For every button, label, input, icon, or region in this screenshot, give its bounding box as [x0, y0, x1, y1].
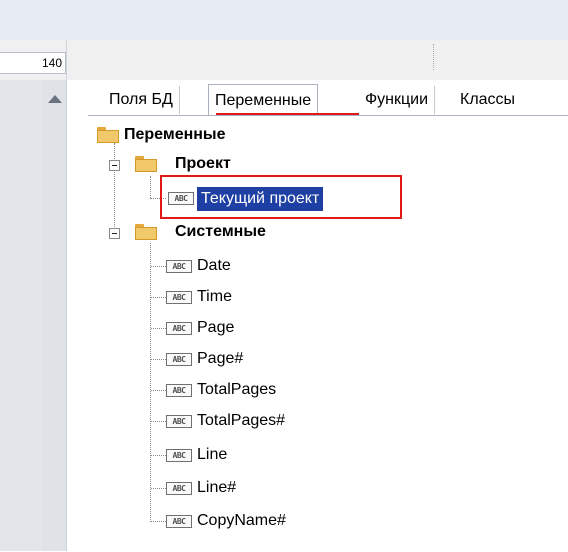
tree-item-time[interactable]: Time — [197, 285, 232, 309]
tree-branch — [151, 359, 166, 360]
abc-variable-icon: ABC — [166, 384, 192, 397]
abc-variable-icon: ABC — [166, 260, 192, 273]
tree-branch — [151, 297, 166, 298]
scroll-up-arrow-icon[interactable] — [48, 95, 62, 103]
tree-item-totalpages-number[interactable]: TotalPages# — [197, 409, 285, 433]
tree-branch — [151, 521, 166, 522]
tree-line-system — [150, 243, 151, 522]
tree-node-project[interactable]: Проект — [175, 152, 231, 176]
tree-branch — [151, 328, 166, 329]
abc-variable-icon: ABC — [166, 291, 192, 304]
tree-item-line-number[interactable]: Line# — [197, 476, 236, 500]
tree-item-date[interactable]: Date — [197, 254, 231, 278]
tree-item-page[interactable]: Page — [197, 316, 234, 340]
abc-variable-icon: ABC — [166, 353, 192, 366]
tree-line-root — [114, 143, 115, 237]
left-panel — [0, 80, 43, 551]
left-value-field[interactable]: 140 — [0, 52, 66, 74]
collapse-toggle-icon[interactable] — [109, 228, 120, 239]
tree-branch — [151, 390, 166, 391]
tree-item-totalpages[interactable]: TotalPages — [197, 378, 276, 402]
tree-branch — [151, 421, 166, 422]
highlight-box — [160, 175, 402, 219]
tree-branch — [151, 488, 166, 489]
tree-branch — [151, 266, 166, 267]
vertical-scrollbar[interactable] — [43, 80, 67, 551]
folder-icon — [135, 224, 157, 240]
abc-variable-icon: ABC — [166, 515, 192, 528]
tab-classes[interactable]: Классы — [454, 86, 521, 114]
abc-variable-icon: ABC — [166, 415, 192, 428]
header-row — [0, 40, 568, 80]
panel-divider — [66, 40, 67, 551]
tree-root-label: Переменные — [124, 126, 226, 143]
tree-item-page-number[interactable]: Page# — [197, 347, 243, 371]
tab-db-fields[interactable]: Поля БД — [103, 86, 180, 114]
tree-node-label: Системные — [175, 223, 266, 240]
tree-branch — [151, 455, 166, 456]
abc-variable-icon: ABC — [166, 449, 192, 462]
tree-line-project — [150, 176, 151, 198]
tree-item-copyname[interactable]: CopyName# — [197, 509, 286, 533]
abc-variable-icon: ABC — [166, 322, 192, 335]
folder-icon — [97, 127, 119, 143]
folder-icon — [135, 156, 157, 172]
tree-node-label: Проект — [175, 155, 231, 172]
tree-node-system[interactable]: Системные — [175, 220, 266, 244]
tab-bar: Поля БД Переменные Функции Классы — [88, 84, 568, 116]
tree-root-variables[interactable]: Переменные — [124, 123, 225, 147]
tab-variables[interactable]: Переменные — [208, 84, 319, 116]
toolbar-separator — [433, 44, 434, 70]
tree-item-line[interactable]: Line — [197, 443, 227, 467]
top-band — [0, 0, 568, 40]
tab-functions[interactable]: Функции — [359, 86, 436, 114]
collapse-toggle-icon[interactable] — [109, 160, 120, 171]
abc-variable-icon: ABC — [166, 482, 192, 495]
